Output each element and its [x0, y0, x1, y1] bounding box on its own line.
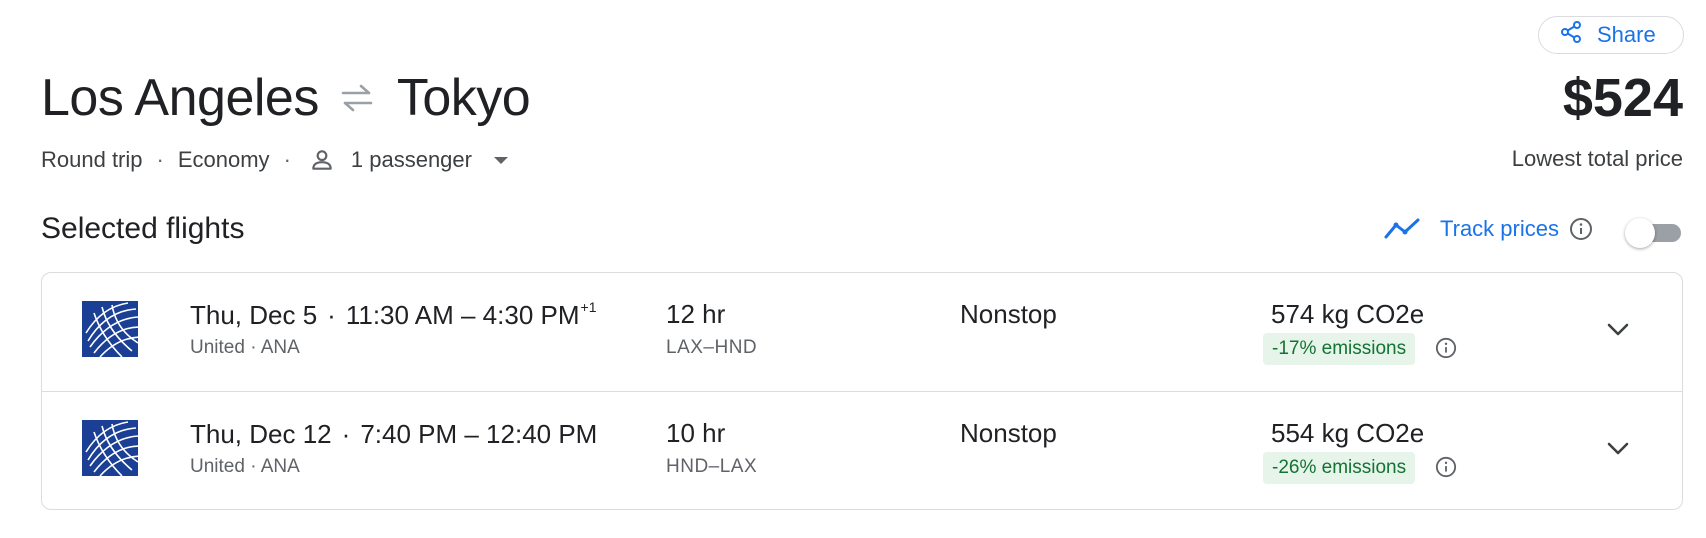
time-range: 7:40 PM – 12:40 PM	[360, 419, 598, 449]
price-label: Lowest total price	[1511, 146, 1683, 171]
trip-options: Round trip · Economy · 1 passenger	[41, 144, 508, 176]
separator: ·	[156, 147, 164, 172]
share-button[interactable]: Share	[1538, 16, 1684, 54]
flight-times: Thu, Dec 5 · 11:30 AM – 4:30 PM+1	[190, 299, 596, 331]
stops: Nonstop	[960, 418, 1057, 448]
flight-row[interactable]: Thu, Dec 12 · 7:40 PM – 12:40 PM United · …	[42, 391, 1682, 509]
track-prices: Track prices	[1384, 216, 1593, 242]
flight-date: Thu, Dec 12	[190, 419, 332, 449]
trend-icon	[1384, 218, 1420, 239]
caret-down-icon	[493, 156, 508, 164]
swap-arrows-icon	[341, 84, 373, 112]
trip-type: Round trip	[41, 147, 143, 172]
time-range: 11:30 AM – 4:30 PM	[345, 300, 580, 330]
total-price: $524	[1562, 68, 1683, 128]
airlines: United · ANA	[190, 456, 300, 477]
route-title: Los Angeles Tokyo	[41, 66, 531, 130]
airport-codes: LAX–HND	[666, 337, 758, 358]
chevron-down-icon[interactable]	[1604, 315, 1632, 343]
united-logo-icon	[82, 301, 138, 357]
share-label: Share	[1597, 22, 1656, 47]
airport-codes: HND–LAX	[666, 456, 758, 477]
co2-amount: 554 kg CO2e	[1271, 418, 1425, 448]
flight-duration: 10 hr	[666, 418, 726, 448]
section-title: Selected flights	[41, 212, 245, 245]
origin-city: Los Angeles	[41, 69, 319, 127]
emissions-badge: -17% emissions	[1263, 333, 1416, 365]
person-icon	[312, 150, 332, 170]
flight-row[interactable]: Thu, Dec 5 · 11:30 AM – 4:30 PM+1 United ·…	[42, 273, 1682, 391]
track-prices-label[interactable]: Track prices	[1440, 216, 1559, 242]
co2-amount: 574 kg CO2e	[1271, 299, 1425, 329]
flight-times: Thu, Dec 12 · 7:40 PM – 12:40 PM	[190, 418, 598, 450]
toggle-knob	[1625, 218, 1655, 248]
flight-date: Thu, Dec 5	[190, 300, 318, 330]
destination-city: Tokyo	[396, 69, 531, 127]
separator: ·	[283, 147, 291, 172]
flights-list: Thu, Dec 5 · 11:30 AM – 4:30 PM+1 United ·…	[41, 272, 1683, 510]
united-logo-icon	[82, 420, 138, 476]
emissions-badge: -26% emissions	[1263, 452, 1416, 484]
info-icon[interactable]	[1569, 217, 1593, 241]
day-offset: +1	[580, 299, 597, 315]
info-icon[interactable]	[1435, 337, 1457, 359]
separator: ·	[327, 300, 336, 330]
track-prices-toggle[interactable]	[1625, 218, 1681, 248]
passenger-count: 1 passenger	[350, 147, 472, 172]
info-icon[interactable]	[1435, 456, 1457, 478]
cabin-class: Economy	[177, 147, 270, 172]
flight-duration: 12 hr	[666, 299, 726, 329]
share-icon	[1559, 20, 1583, 50]
passenger-dropdown[interactable]: 1 passenger	[305, 147, 508, 173]
separator: ·	[341, 419, 351, 449]
chevron-down-icon[interactable]	[1604, 434, 1632, 462]
airlines: United · ANA	[190, 337, 300, 358]
stops: Nonstop	[960, 299, 1057, 329]
